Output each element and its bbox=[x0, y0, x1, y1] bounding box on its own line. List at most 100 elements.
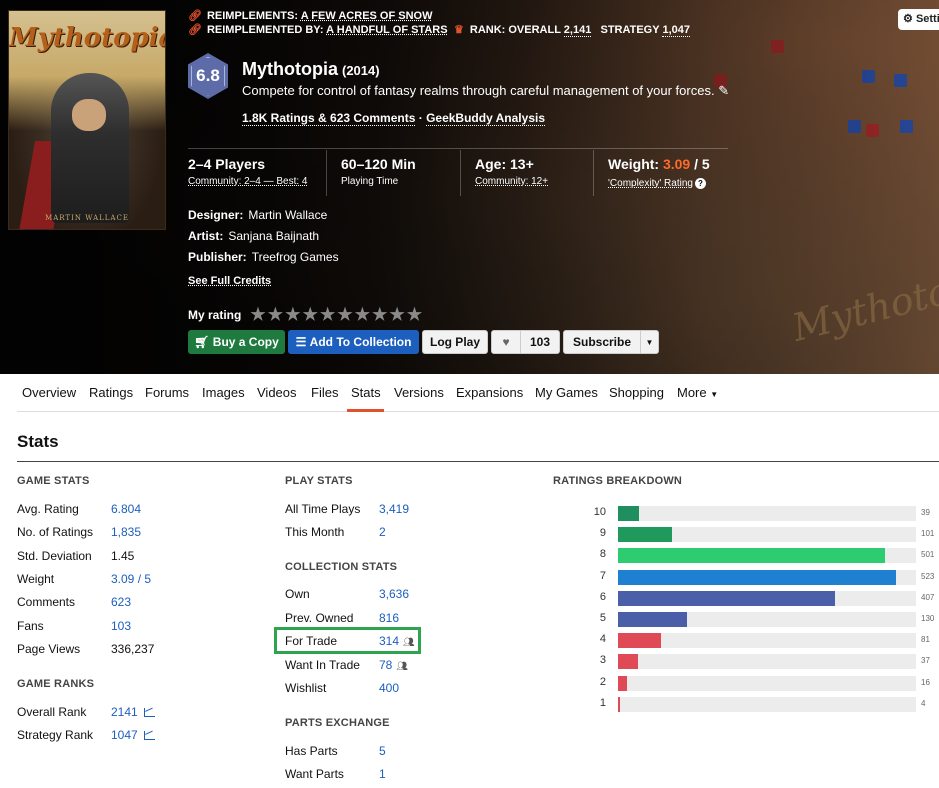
subscribe-button[interactable]: Subscribe bbox=[563, 330, 641, 354]
breakdown-bar-track bbox=[618, 569, 916, 585]
breakdown-bar-track bbox=[618, 675, 916, 691]
breakdown-bar-track bbox=[618, 548, 916, 564]
breakdown-bar[interactable] bbox=[618, 675, 627, 691]
help-icon[interactable]: ? bbox=[694, 178, 706, 189]
buy-a-copy-button[interactable]: 🛒︎ Buy a Copy bbox=[188, 330, 285, 354]
star-icon[interactable]: ★ bbox=[388, 306, 405, 323]
breakdown-bar[interactable] bbox=[618, 633, 662, 649]
publisher-link[interactable]: Treefrog Games bbox=[252, 250, 339, 264]
fans-link[interactable]: 103 bbox=[111, 619, 131, 633]
star-icon[interactable]: ★ bbox=[302, 306, 319, 323]
star-icon[interactable]: ★ bbox=[336, 306, 353, 323]
tab-shopping[interactable]: Shopping bbox=[609, 385, 664, 400]
wishlist-link[interactable]: 400 bbox=[379, 681, 399, 695]
breakdown-bar[interactable] bbox=[618, 612, 688, 627]
stat-label: This Month bbox=[285, 525, 345, 539]
prev-owned-link[interactable]: 816 bbox=[379, 611, 399, 625]
reimplemented-by-link[interactable]: A HANDFUL OF STARS bbox=[326, 24, 447, 36]
tab-images[interactable]: Images bbox=[202, 385, 245, 400]
breakdown-bar[interactable] bbox=[618, 654, 638, 670]
fan-heart-button[interactable]: ♥ bbox=[491, 330, 521, 354]
section-rule bbox=[17, 461, 939, 462]
stat-label: Page Views bbox=[17, 642, 81, 656]
star-icon[interactable]: ★ bbox=[284, 306, 301, 323]
game-cover-image[interactable]: Mythotopia MARTIN WALLACE bbox=[8, 10, 166, 230]
num-ratings-link[interactable]: 1,835 bbox=[111, 525, 141, 539]
play-stats-heading: PLAY STATS bbox=[285, 475, 353, 487]
strategy-rank-link[interactable]: 1,047 bbox=[662, 24, 690, 37]
overall-rank-link[interactable]: 2141 bbox=[111, 705, 155, 719]
has-parts-link[interactable]: 5 bbox=[379, 744, 386, 758]
age-community-link[interactable]: Community: 12+ bbox=[475, 176, 548, 187]
breakdown-bar[interactable] bbox=[618, 590, 835, 606]
overall-rank-link[interactable]: 2,141 bbox=[563, 24, 592, 37]
page-views-value: 336,237 bbox=[111, 642, 155, 656]
star-icon[interactable]: ★ bbox=[406, 306, 423, 323]
tab-my-games[interactable]: My Games bbox=[535, 385, 598, 400]
rating-stars[interactable]: ★ ★ ★ ★ ★ ★ ★ ★ ★ ★ bbox=[249, 306, 423, 323]
breakdown-bar[interactable] bbox=[618, 548, 885, 564]
all-time-plays-link[interactable]: 3,419 bbox=[379, 502, 409, 516]
star-icon[interactable]: ★ bbox=[354, 306, 371, 323]
want-in-trade-link[interactable]: 78 👥︎ bbox=[379, 658, 408, 672]
breakdown-count-label: 16 bbox=[921, 677, 930, 687]
fans-count[interactable]: 103 bbox=[520, 330, 560, 354]
star-icon[interactable]: ★ bbox=[319, 306, 336, 323]
comments-link[interactable]: 623 bbox=[111, 595, 131, 609]
tab-ratings[interactable]: Ratings bbox=[89, 385, 133, 400]
complexity-link[interactable]: 'Complexity' Rating bbox=[608, 178, 693, 189]
weight-link[interactable]: 3.09 / 5 bbox=[111, 572, 151, 586]
tab-overview[interactable]: Overview bbox=[22, 385, 76, 400]
std-deviation-value: 1.45 bbox=[111, 549, 135, 563]
chart-line-icon[interactable] bbox=[143, 731, 155, 741]
breakdown-bar[interactable] bbox=[618, 696, 621, 712]
rank-line: ♛ RANK: OVERALL 2,141 STRATEGY 1,047 bbox=[454, 24, 690, 37]
breakdown-bar[interactable] bbox=[618, 506, 639, 521]
breakdown-count-label: 37 bbox=[921, 656, 930, 666]
link-icon: 🔗︎ bbox=[188, 10, 202, 22]
avg-rating-link[interactable]: 6.804 bbox=[111, 502, 141, 516]
stat-label: Want Parts bbox=[285, 767, 344, 781]
settings-button[interactable]: ⚙ Setti bbox=[898, 9, 939, 30]
tab-files[interactable]: Files bbox=[311, 385, 338, 400]
collection-stats-heading: COLLECTION STATS bbox=[285, 561, 398, 573]
ratings-comments-link[interactable]: 1.8K Ratings & 623 Comments bbox=[242, 111, 416, 126]
artist-link[interactable]: Sanjana Baijnath bbox=[228, 229, 319, 243]
tab-forums[interactable]: Forums bbox=[145, 385, 189, 400]
tab-stats[interactable]: Stats bbox=[351, 385, 381, 400]
geekbuddy-link[interactable]: GeekBuddy Analysis bbox=[426, 111, 545, 126]
reimplemented-by-line: 🔗︎ REIMPLEMENTED BY: A HANDFUL OF STARS bbox=[188, 24, 448, 36]
breakdown-row: 9 101 bbox=[580, 527, 939, 543]
pencil-icon[interactable]: ✎ bbox=[718, 83, 729, 98]
users-icon[interactable]: 👥︎ bbox=[396, 661, 407, 671]
breakdown-row: 10 39 bbox=[580, 506, 939, 521]
breakdown-row: 3 37 bbox=[580, 654, 939, 670]
own-link[interactable]: 3,636 bbox=[379, 587, 409, 601]
log-play-button[interactable]: Log Play bbox=[422, 330, 488, 354]
breakdown-bar[interactable] bbox=[618, 527, 672, 543]
want-parts-link[interactable]: 1 bbox=[379, 767, 386, 781]
star-icon[interactable]: ★ bbox=[267, 306, 284, 323]
add-to-collection-button[interactable]: ☰ Add To Collection bbox=[288, 330, 419, 354]
age-stat: Age: 13+ Community: 12+ bbox=[475, 156, 549, 187]
star-icon[interactable]: ★ bbox=[371, 306, 388, 323]
tab-more[interactable]: More ▼ bbox=[677, 385, 718, 400]
cart-icon: 🛒︎ bbox=[194, 335, 210, 349]
see-full-credits-link[interactable]: See Full Credits bbox=[188, 275, 271, 287]
chart-line-icon[interactable] bbox=[143, 708, 155, 718]
knight-figure bbox=[51, 73, 129, 223]
star-icon[interactable]: ★ bbox=[249, 306, 266, 323]
game-year: (2014) bbox=[342, 63, 380, 78]
tab-videos[interactable]: Videos bbox=[257, 385, 297, 400]
tab-versions[interactable]: Versions bbox=[394, 385, 444, 400]
this-month-plays-link[interactable]: 2 bbox=[379, 525, 386, 539]
players-community-link[interactable]: Community: 2–4 — Best: 4 bbox=[188, 176, 308, 187]
designer-link[interactable]: Martin Wallace bbox=[248, 208, 327, 222]
strategy-rank-link[interactable]: 1047 bbox=[111, 728, 155, 742]
divider bbox=[460, 150, 461, 196]
reimplements-link[interactable]: A FEW ACRES OF SNOW bbox=[301, 10, 433, 22]
breakdown-count-label: 4 bbox=[921, 698, 926, 708]
tab-expansions[interactable]: Expansions bbox=[456, 385, 523, 400]
subscribe-dropdown-button[interactable]: ▼ bbox=[640, 330, 659, 354]
breakdown-bar[interactable] bbox=[618, 569, 897, 585]
